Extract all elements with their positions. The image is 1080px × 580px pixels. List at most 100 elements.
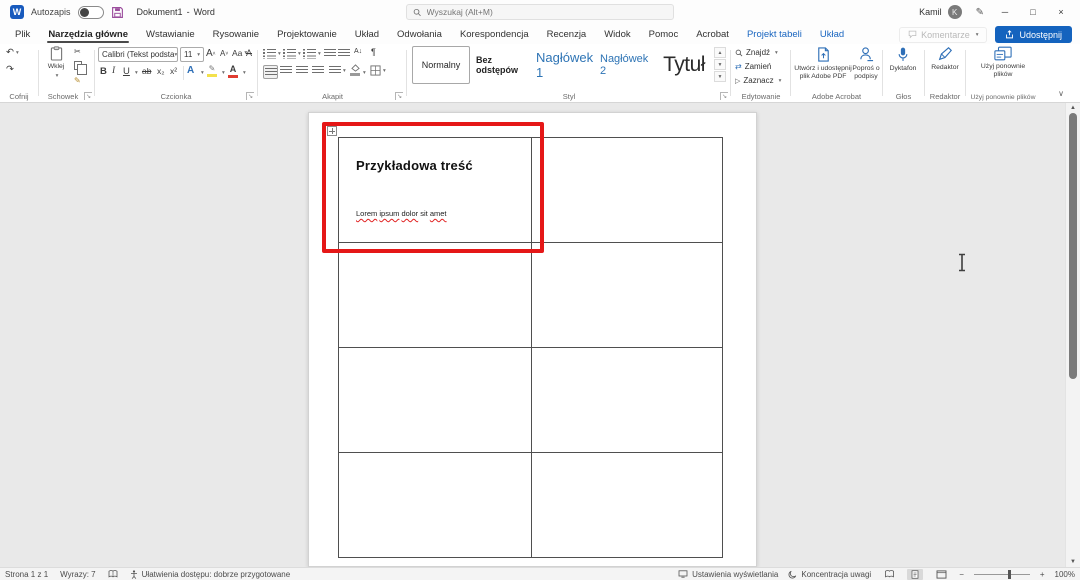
font-dialog-launcher[interactable]: ↘ — [246, 92, 254, 100]
table-cell-3-2[interactable] — [532, 348, 723, 453]
word-logo-icon[interactable]: W — [10, 5, 24, 19]
font-name-combo[interactable]: Calibri (Tekst podsta ▾ — [98, 47, 178, 62]
ink-pen-icon[interactable]: ✎ — [976, 7, 984, 18]
clipboard-dialog-launcher[interactable]: ↘ — [84, 92, 92, 100]
subscript-button[interactable]: x₂ — [157, 66, 165, 76]
format-painter-button[interactable]: ✎ — [74, 76, 81, 85]
search-box[interactable] — [406, 4, 674, 20]
numbering-button[interactable]: ▾ — [283, 49, 301, 59]
font-color-button[interactable]: A — [228, 64, 238, 78]
show-marks-button[interactable]: ¶ — [371, 47, 376, 57]
table-cell-4-2[interactable] — [532, 453, 723, 558]
shading-dropdown-icon[interactable]: ▾ — [363, 70, 366, 76]
shading-button[interactable] — [350, 64, 360, 76]
zoom-slider-thumb[interactable] — [1008, 570, 1011, 579]
borders-button[interactable]: ▾ — [370, 65, 386, 76]
tab-recenzja[interactable]: Recenzja — [538, 24, 596, 44]
styles-gallery-more[interactable]: ▼ — [714, 71, 726, 82]
table-cell-2-2[interactable] — [532, 243, 723, 348]
word-count[interactable]: Wyrazy: 7 — [60, 570, 96, 579]
tab-wstawianie[interactable]: Wstawianie — [137, 24, 204, 44]
styles-dialog-launcher[interactable]: ↘ — [720, 92, 728, 100]
align-right-button[interactable] — [296, 66, 308, 75]
page-indicator[interactable]: Strona 1 z 1 — [5, 570, 48, 579]
display-settings-button[interactable]: Ustawienia wyświetlania — [678, 570, 778, 579]
tab-rysowanie[interactable]: Rysowanie — [204, 24, 268, 44]
reuse-files-button[interactable]: Użyj ponownie plików — [971, 46, 1035, 78]
request-signatures-button[interactable]: Poproś o podpisy — [852, 46, 880, 80]
multilevel-list-button[interactable]: ▾ — [303, 49, 321, 59]
zoom-out-button[interactable]: − — [959, 570, 964, 579]
style-naglowek-2[interactable]: Nagłówek 2 — [600, 46, 654, 84]
tab-narzedzia-glowne[interactable]: Narzędzia główne — [39, 24, 137, 44]
underline-dropdown-icon[interactable]: ▾ — [135, 70, 138, 76]
scroll-down-icon[interactable]: ▼ — [1066, 559, 1080, 565]
scroll-up-icon[interactable]: ▲ — [1066, 105, 1080, 111]
grow-font-button[interactable]: A˄ — [206, 48, 216, 59]
highlight-button[interactable]: ✎ — [207, 64, 217, 77]
cut-button[interactable]: ✂ — [74, 47, 81, 56]
bullets-button[interactable]: ▾ — [263, 49, 281, 59]
shrink-font-button[interactable]: A˅ — [220, 49, 228, 58]
text-effects-dropdown-icon[interactable]: ▾ — [201, 70, 204, 76]
style-normalny[interactable]: Normalny — [412, 46, 470, 84]
italic-button[interactable]: I — [112, 66, 115, 76]
font-color-dropdown-icon[interactable]: ▾ — [243, 70, 246, 76]
tab-projekt-tabeli[interactable]: Projekt tabeli — [738, 24, 811, 44]
autosave-toggle[interactable] — [78, 6, 104, 19]
paragraph-dialog-launcher[interactable]: ↘ — [395, 92, 403, 100]
sort-button[interactable]: A↓ — [354, 48, 362, 55]
strikethrough-button[interactable]: ab — [142, 66, 151, 76]
change-case-button[interactable]: Aa▾ — [232, 48, 247, 58]
collapse-ribbon-icon[interactable]: ∨ — [1058, 89, 1064, 98]
zoom-level[interactable]: 100% — [1055, 570, 1075, 579]
proofing-status[interactable] — [108, 570, 118, 578]
style-tytul[interactable]: Tytuł — [658, 46, 710, 84]
font-size-combo[interactable]: 11 ▾ — [180, 47, 204, 62]
zoom-in-button[interactable]: + — [1040, 570, 1045, 579]
scrollbar-thumb[interactable] — [1069, 113, 1077, 379]
view-read-mode-button[interactable] — [881, 569, 897, 580]
tab-uklad-tabeli[interactable]: Układ — [811, 24, 853, 44]
document-canvas[interactable]: Przykładowa treść Lorem ipsum dolor sit … — [0, 103, 1080, 567]
select-button[interactable]: ▷ Zaznacz ▾ — [735, 76, 781, 85]
styles-scroll-down[interactable]: ▼ — [714, 59, 726, 70]
vertical-scrollbar[interactable]: ▲ ▼ — [1065, 103, 1080, 567]
view-print-layout-button[interactable] — [907, 569, 923, 580]
copy-button[interactable] — [74, 61, 82, 70]
tab-odwolania[interactable]: Odwołania — [388, 24, 451, 44]
redo-button[interactable]: ↷ — [6, 65, 14, 75]
clear-formatting-button[interactable]: A — [246, 48, 252, 58]
tab-plik[interactable]: Plik — [6, 24, 39, 44]
tab-acrobat[interactable]: Acrobat — [687, 24, 738, 44]
comments-button[interactable]: Komentarze ▾ — [899, 27, 987, 43]
highlight-dropdown-icon[interactable]: ▾ — [222, 70, 225, 76]
zoom-slider[interactable] — [974, 574, 1030, 575]
table-cell-3-1[interactable] — [339, 348, 532, 453]
share-button[interactable]: Udostępnij — [995, 26, 1072, 43]
undo-button[interactable]: ↶ ▾ — [6, 48, 19, 58]
styles-scroll-up[interactable]: ▲ — [714, 47, 726, 58]
user-name[interactable]: Kamil — [919, 7, 942, 17]
create-pdf-button[interactable]: Utwórz i udostępnij plik Adobe PDF — [794, 46, 852, 80]
tab-korespondencja[interactable]: Korespondencja — [451, 24, 538, 44]
text-effects-button[interactable]: A — [187, 65, 194, 76]
save-icon[interactable] — [111, 6, 124, 19]
table-cell-4-1[interactable] — [339, 453, 532, 558]
align-center-button[interactable] — [280, 66, 292, 75]
editor-button[interactable]: Redaktor — [928, 46, 962, 72]
style-naglowek-1[interactable]: Nagłówek 1 — [536, 46, 598, 84]
tab-pomoc[interactable]: Pomoc — [640, 24, 688, 44]
maximize-button[interactable]: □ — [1026, 7, 1040, 17]
increase-indent-button[interactable] — [338, 49, 350, 58]
paste-button[interactable]: Wklej ▾ — [43, 46, 69, 80]
decrease-indent-button[interactable] — [324, 49, 336, 58]
view-web-layout-button[interactable] — [933, 569, 949, 580]
close-button[interactable]: × — [1054, 7, 1068, 17]
underline-button[interactable]: U — [123, 66, 130, 77]
tab-uklad[interactable]: Układ — [346, 24, 388, 44]
line-spacing-button[interactable]: ▾ — [329, 66, 346, 75]
tab-projektowanie[interactable]: Projektowanie — [268, 24, 346, 44]
table-cell-2-1[interactable] — [339, 243, 532, 348]
replace-button[interactable]: ⇄ Zamień — [735, 62, 771, 71]
